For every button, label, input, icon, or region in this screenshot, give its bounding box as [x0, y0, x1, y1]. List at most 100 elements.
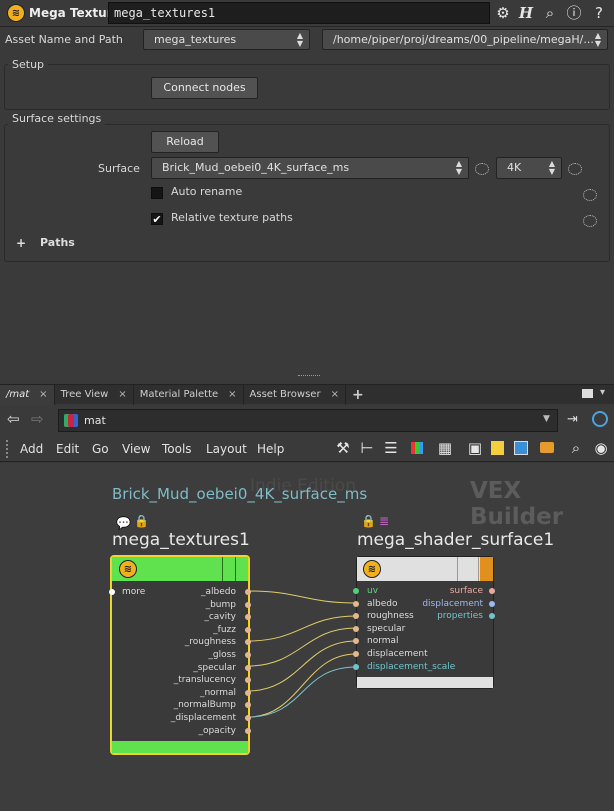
- comment-icon[interactable]: 💬: [116, 516, 131, 530]
- node-flag-stripes[interactable]: [457, 557, 479, 581]
- search-icon[interactable]: ⌕: [567, 439, 585, 457]
- connector-port[interactable]: [489, 588, 495, 594]
- add-tab-plus-icon[interactable]: +: [346, 385, 370, 405]
- close-icon[interactable]: ×: [118, 389, 126, 400]
- houdini-h-icon[interactable]: H: [516, 4, 536, 22]
- dot-icon[interactable]: [540, 442, 554, 453]
- node-flag-stripes[interactable]: [222, 557, 236, 581]
- tab-tree-view[interactable]: Tree View ×: [55, 385, 134, 405]
- wire-displacement-scale[interactable]: [247, 666, 357, 718]
- asset-name-dropdown[interactable]: mega_textures ▲ ▼: [143, 29, 310, 50]
- connector-port[interactable]: [245, 639, 251, 646]
- lock-icon[interactable]: 🔒: [361, 514, 376, 528]
- wire-normal[interactable]: [247, 640, 357, 692]
- tab-material-palette[interactable]: Material Palette ×: [134, 385, 244, 405]
- paths-folder-label[interactable]: Paths: [40, 236, 75, 249]
- pin-icon[interactable]: ⇥: [567, 412, 578, 427]
- source-node-title[interactable]: mega_textures1: [112, 530, 250, 550]
- shader-node-title[interactable]: mega_shader_surface1: [357, 530, 554, 550]
- wire-roughness[interactable]: [247, 615, 357, 642]
- help-icon[interactable]: ?: [590, 4, 608, 22]
- tab-label: Asset Browser: [249, 389, 321, 400]
- image-icon[interactable]: [514, 441, 528, 455]
- input-port[interactable]: [109, 589, 115, 595]
- connector-port[interactable]: [245, 664, 251, 671]
- expand-plus-icon[interactable]: +: [16, 236, 26, 250]
- reload-button[interactable]: Reload: [151, 131, 219, 153]
- render-flag[interactable]: [480, 557, 493, 581]
- connector-port[interactable]: [245, 589, 251, 595]
- connector-port[interactable]: [245, 652, 251, 658]
- wrench-tools-icon[interactable]: ⚒: [334, 439, 352, 457]
- sticky-note-icon[interactable]: [491, 441, 504, 455]
- tab-mat[interactable]: /mat ×: [0, 385, 55, 405]
- auto-rename-checkbox[interactable]: [151, 187, 163, 199]
- menu-go[interactable]: Go: [92, 436, 109, 462]
- connector-port[interactable]: [353, 651, 359, 657]
- asset-path-dropdown[interactable]: /home/piper/proj/dreams/00_pipeline/mega…: [322, 29, 608, 50]
- shader-node[interactable]: ≋ uv albedo roughness specular normal di…: [353, 556, 495, 689]
- connector-port[interactable]: [353, 588, 359, 594]
- connector-port[interactable]: [245, 702, 251, 709]
- channel-reference-icon[interactable]: [568, 163, 582, 175]
- connector-port[interactable]: [245, 727, 251, 734]
- menu-view[interactable]: View: [122, 436, 150, 462]
- menu-tools[interactable]: Tools: [162, 436, 192, 462]
- lock-icon[interactable]: 🔒: [134, 514, 149, 528]
- pane-layout-icon[interactable]: [582, 389, 593, 398]
- list-view-icon[interactable]: ☰: [382, 439, 400, 457]
- pane-resize-handle[interactable]: [298, 375, 320, 378]
- wire-displacement[interactable]: [247, 653, 357, 718]
- tree-layout-icon[interactable]: ⊢: [358, 439, 376, 457]
- connect-nodes-button[interactable]: Connect nodes: [151, 77, 258, 99]
- close-icon[interactable]: ×: [39, 389, 47, 400]
- path-field[interactable]: mat ▼: [58, 409, 558, 432]
- pane-menu-chevron-icon[interactable]: ▾: [600, 387, 605, 398]
- grid-icon[interactable]: ▦: [436, 439, 454, 457]
- connector-port[interactable]: [489, 600, 495, 607]
- menu-help[interactable]: Help: [257, 436, 284, 462]
- connector-port[interactable]: [353, 600, 359, 607]
- surface-dropdown[interactable]: Brick_Mud_oebei0_4K_surface_ms ▲ ▼: [151, 157, 469, 179]
- close-icon[interactable]: ×: [331, 389, 339, 400]
- channel-reference-icon[interactable]: [583, 189, 597, 201]
- material-network-icon: [64, 414, 78, 427]
- network-box-icon[interactable]: ▣: [466, 439, 484, 457]
- connector-port[interactable]: [353, 638, 359, 645]
- relative-texture-paths-checkbox[interactable]: ✔: [151, 213, 163, 225]
- link-pane-icon[interactable]: [592, 411, 608, 427]
- wire-specular[interactable]: [247, 627, 357, 667]
- wire-albedo[interactable]: [247, 590, 357, 604]
- database-icon[interactable]: ≣: [379, 514, 389, 528]
- close-icon[interactable]: ×: [228, 389, 236, 400]
- channel-reference-icon[interactable]: [475, 163, 489, 175]
- menu-layout[interactable]: Layout: [206, 436, 247, 462]
- connector-port[interactable]: [353, 625, 359, 632]
- menu-add[interactable]: Add: [20, 436, 43, 462]
- channel-reference-icon[interactable]: [583, 215, 597, 227]
- connector-port[interactable]: [245, 601, 251, 608]
- source-node[interactable]: ≋ more _albedo _bump _cavity _fuzz _roug…: [109, 555, 251, 755]
- info-icon[interactable]: ⓘ: [565, 4, 583, 22]
- connector-port[interactable]: [353, 663, 359, 670]
- connector-port[interactable]: [489, 613, 495, 620]
- resolution-dropdown[interactable]: 4K ▲ ▼: [496, 157, 562, 179]
- connector-port[interactable]: [353, 613, 359, 620]
- chevron-down-icon[interactable]: ▼: [543, 414, 550, 424]
- menu-edit[interactable]: Edit: [56, 436, 79, 462]
- eye-icon[interactable]: ◉: [592, 439, 610, 457]
- color-palette-icon[interactable]: [411, 442, 423, 454]
- node-name-field[interactable]: mega_textures1: [108, 2, 490, 24]
- search-icon[interactable]: ⌕: [541, 4, 559, 22]
- connector-port[interactable]: [245, 614, 251, 621]
- connector-port[interactable]: [245, 715, 251, 721]
- connector-port[interactable]: [245, 689, 251, 696]
- connector-port[interactable]: [245, 626, 251, 633]
- tab-asset-browser[interactable]: Asset Browser ×: [244, 385, 346, 405]
- connector-port[interactable]: [245, 677, 251, 684]
- forward-arrow-icon[interactable]: ⇨: [31, 410, 44, 428]
- mega-textures-operator-icon[interactable]: ≋: [7, 4, 25, 22]
- gear-icon[interactable]: ⚙: [494, 4, 512, 22]
- network-editor[interactable]: Indie Edition VEX Builder Brick_Mud_oebe…: [0, 463, 614, 811]
- back-arrow-icon[interactable]: ⇦: [7, 410, 20, 428]
